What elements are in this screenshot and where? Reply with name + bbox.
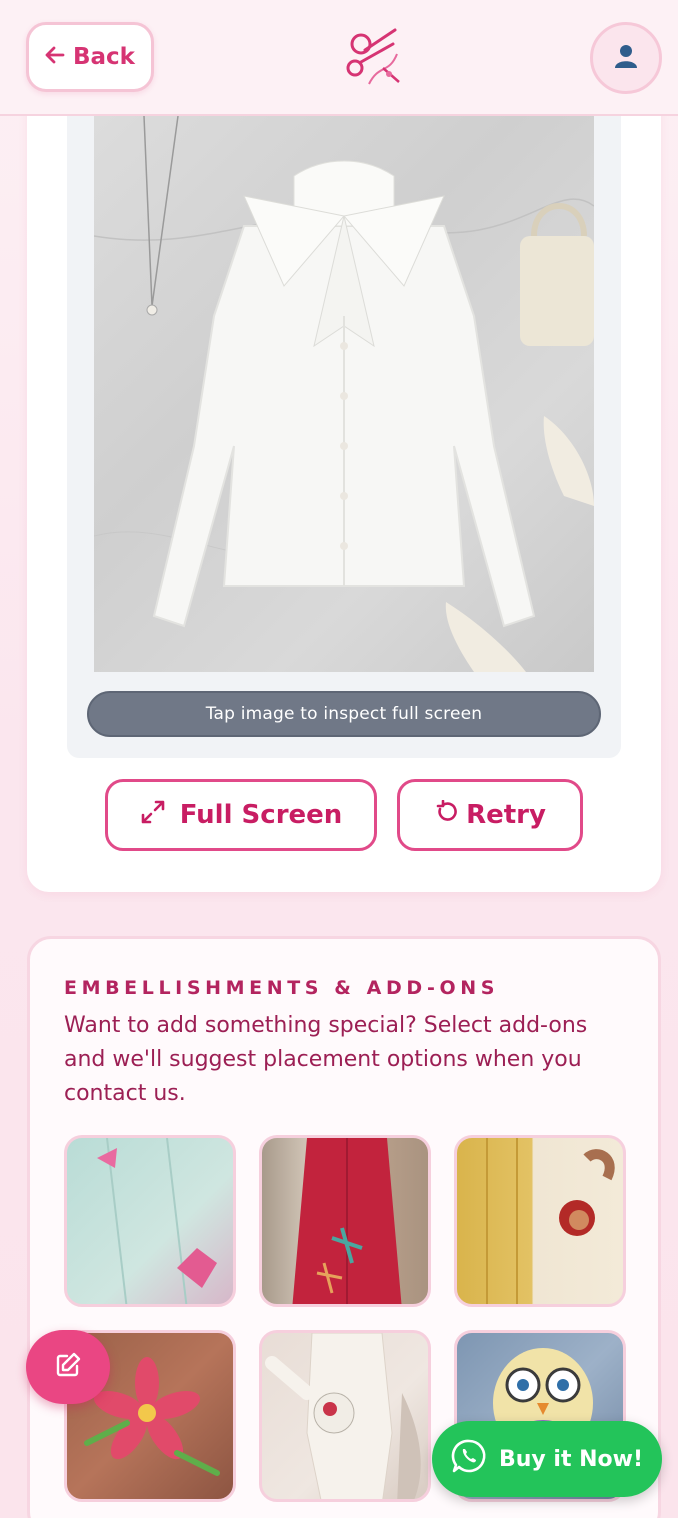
design-preview-card: Tap image to inspect full screen Full Sc…	[27, 90, 661, 892]
app-header: Back	[0, 0, 678, 116]
addon-bird-embroidery-shirt[interactable]	[64, 1135, 236, 1307]
generated-design-image[interactable]	[94, 116, 594, 672]
image-frame: Tap image to inspect full screen	[67, 90, 621, 758]
addon-dragonfly-embroidery-dress[interactable]	[259, 1135, 431, 1307]
back-button[interactable]: Back	[26, 22, 154, 92]
full-screen-button[interactable]: Full Screen	[105, 779, 377, 851]
arrow-left-icon	[45, 44, 65, 70]
tap-to-inspect-hint[interactable]: Tap image to inspect full screen	[87, 691, 601, 737]
user-icon	[612, 42, 640, 74]
user-avatar-button[interactable]	[590, 22, 662, 94]
brand-logo[interactable]	[339, 24, 405, 90]
whatsapp-icon	[451, 1438, 487, 1480]
retry-button[interactable]: Retry	[397, 779, 583, 851]
buy-now-label: Buy it Now!	[498, 1446, 644, 1472]
section-description: Want to add something special? Select ad…	[64, 1013, 588, 1106]
full-screen-label: Full Screen	[179, 800, 343, 830]
edit-design-fab[interactable]	[26, 1330, 110, 1404]
back-label: Back	[73, 44, 135, 70]
retry-label: Retry	[466, 800, 546, 830]
edit-icon	[55, 1352, 81, 1382]
addon-floral-patch-suit[interactable]	[259, 1330, 431, 1502]
addon-face-patch-trousers[interactable]	[454, 1135, 626, 1307]
section-title: EMBELLISHMENTS & ADD-ONS	[64, 977, 500, 999]
expand-icon	[140, 799, 166, 832]
buy-now-whatsapp-button[interactable]: Buy it Now!	[432, 1421, 662, 1497]
refresh-icon	[434, 799, 458, 831]
